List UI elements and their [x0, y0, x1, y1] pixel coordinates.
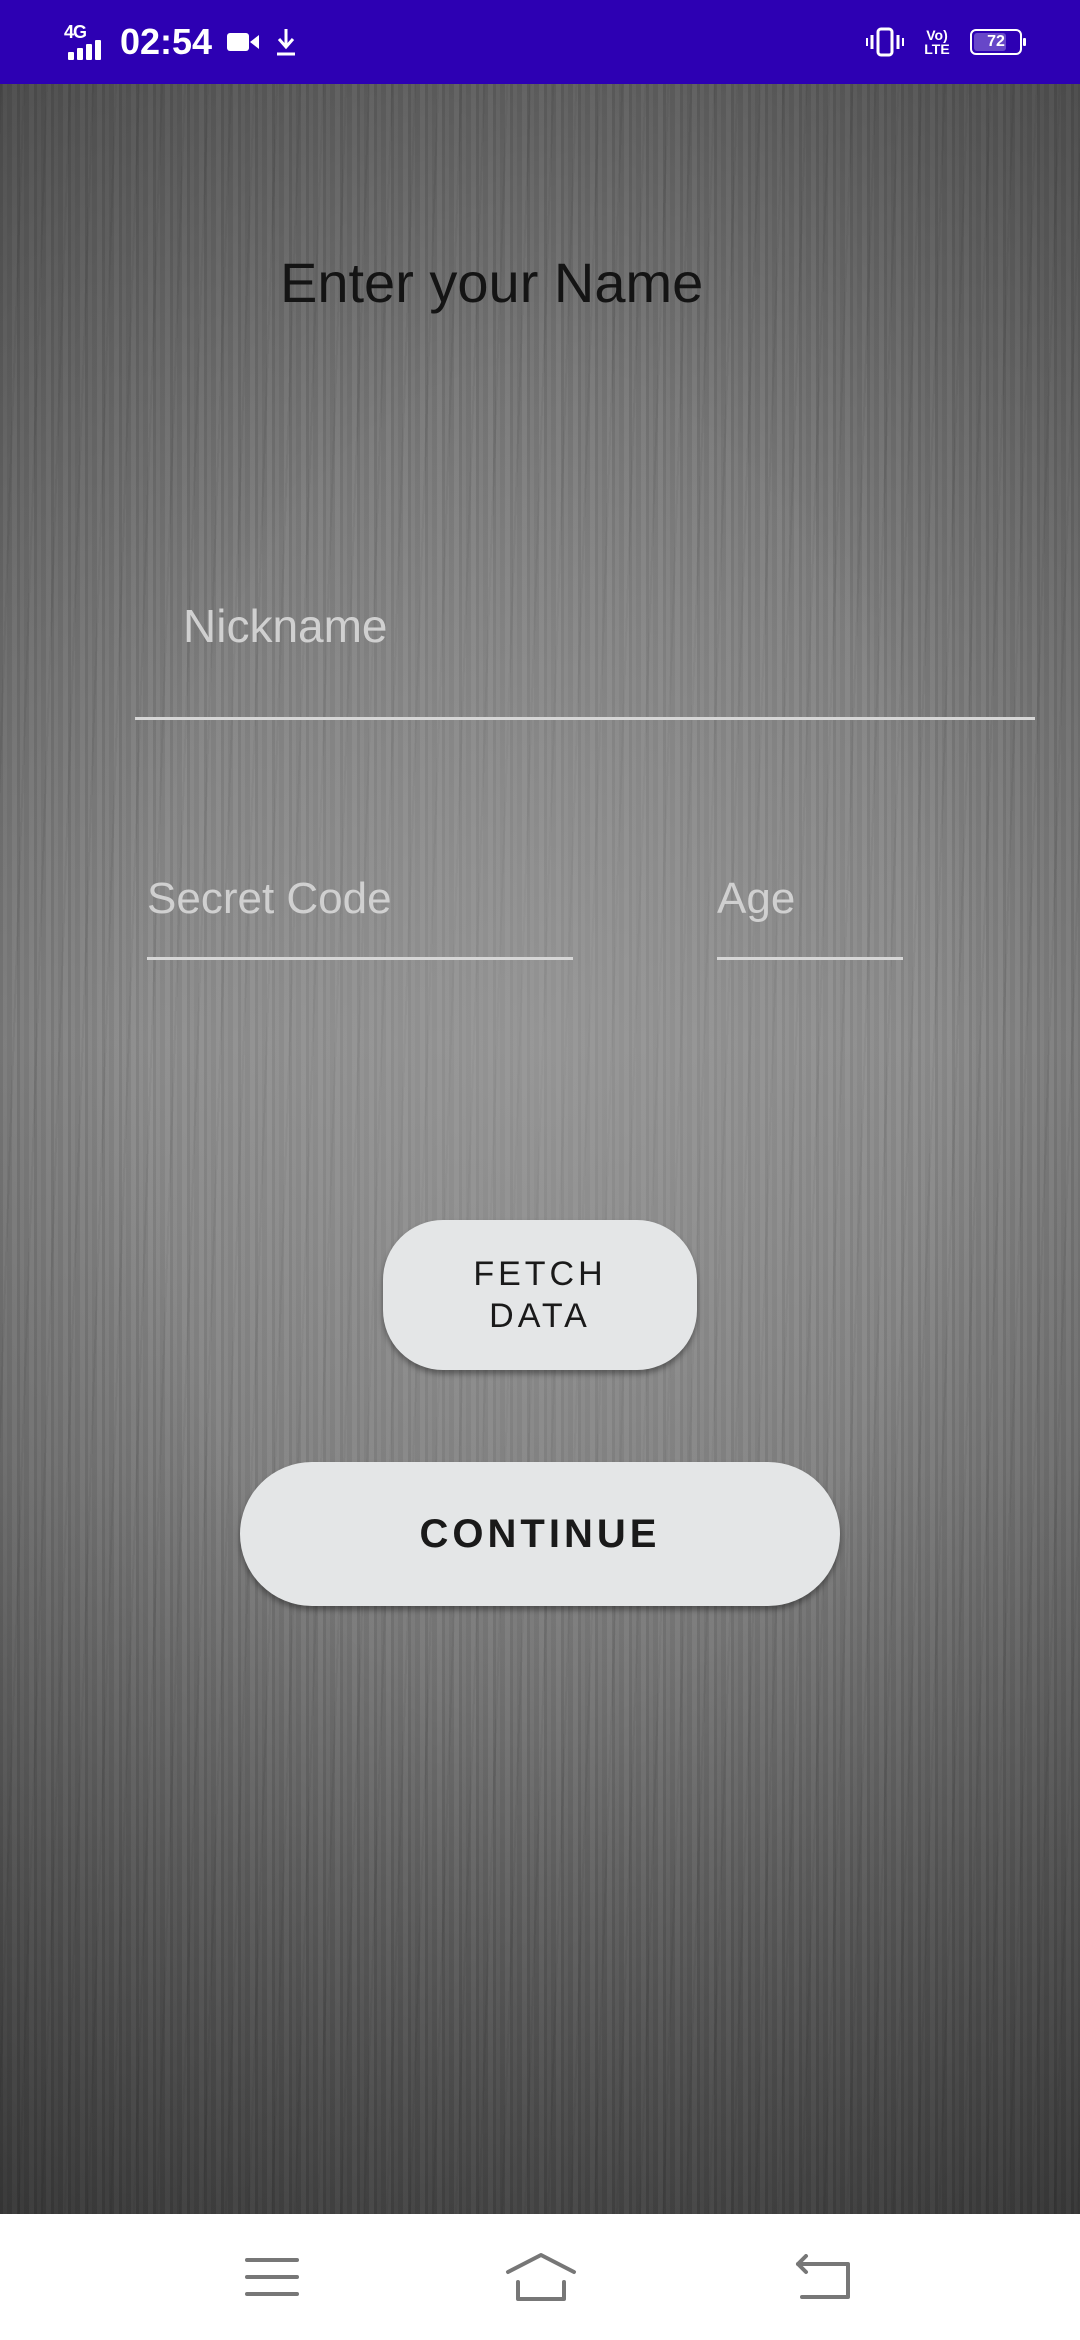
- age-input[interactable]: [717, 840, 903, 957]
- back-icon[interactable]: [783, 2247, 863, 2307]
- fetch-data-button[interactable]: FETCH DATA: [383, 1220, 697, 1370]
- battery-level: 72: [987, 33, 1005, 50]
- age-field[interactable]: [717, 840, 903, 960]
- video-camera-icon: [226, 30, 260, 54]
- page-title: Enter your Name: [280, 251, 704, 314]
- signal-bars: [68, 40, 101, 60]
- status-bar-left: 4G 02:54: [60, 20, 298, 64]
- navigation-bar: [0, 2214, 1080, 2340]
- status-bar: 4G 02:54 Vo) LTE 72: [0, 0, 1080, 84]
- volte-icon: Vo) LTE: [924, 27, 950, 57]
- continue-button[interactable]: CONTINUE: [240, 1462, 840, 1606]
- nickname-field[interactable]: [135, 510, 1035, 720]
- secret-code-field[interactable]: [147, 840, 573, 960]
- vibrate-icon: [866, 27, 904, 57]
- home-icon[interactable]: [501, 2247, 581, 2307]
- status-time: 02:54: [120, 21, 213, 62]
- nickname-input[interactable]: [135, 510, 1035, 660]
- status-bar-right: Vo) LTE 72: [866, 20, 1026, 64]
- menu-icon[interactable]: [232, 2247, 312, 2307]
- app-content: [0, 84, 1080, 2214]
- secret-code-input[interactable]: [147, 840, 573, 957]
- signal-icon: 4G: [60, 22, 110, 62]
- battery-icon: 72: [970, 29, 1026, 55]
- download-icon: [274, 27, 298, 57]
